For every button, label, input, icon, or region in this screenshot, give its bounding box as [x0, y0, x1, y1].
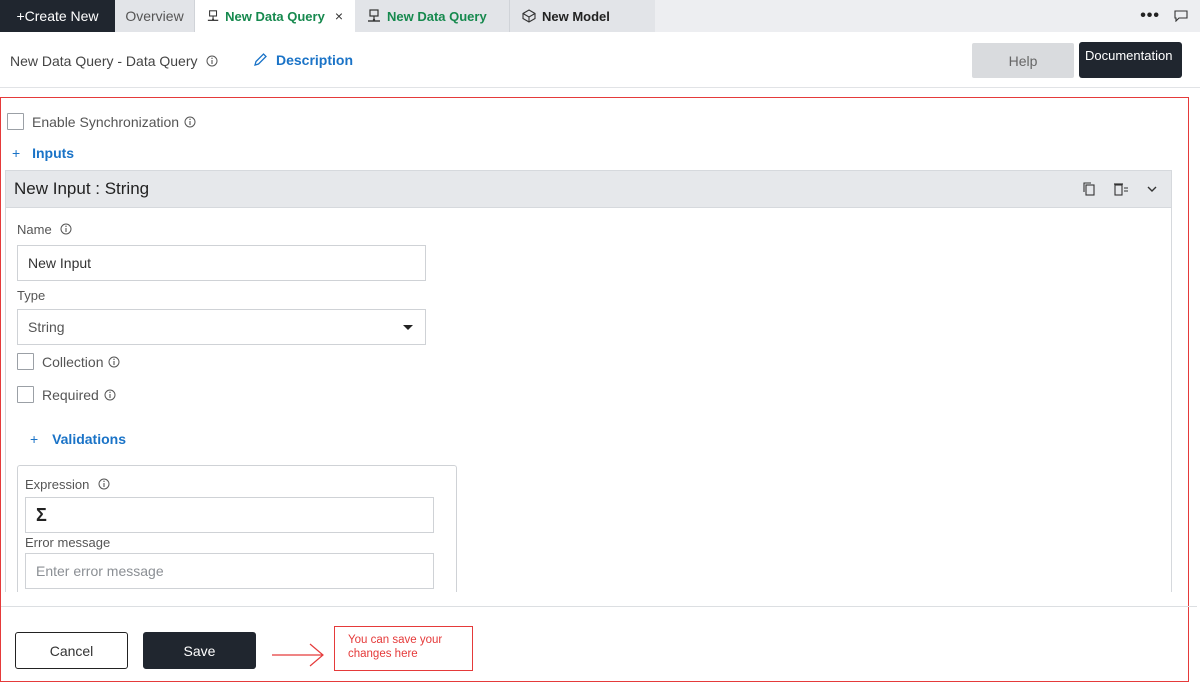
required-checkbox[interactable] — [17, 386, 34, 403]
plus-icon: + — [12, 145, 21, 161]
type-label: Type — [17, 288, 46, 303]
info-icon[interactable] — [104, 389, 116, 401]
tab-new-model[interactable]: New Model — [510, 0, 655, 32]
delete-icon[interactable] — [1113, 182, 1129, 196]
info-icon[interactable] — [108, 356, 120, 368]
info-icon[interactable] — [184, 116, 196, 128]
annotation-callout: You can save your changes here — [334, 626, 473, 671]
data-query-icon — [207, 10, 219, 21]
tabbar-actions: ••• — [1140, 0, 1200, 32]
pencil-icon — [254, 53, 267, 66]
model-icon — [522, 9, 536, 23]
input-card-header[interactable]: New Input : String — [6, 171, 1171, 208]
tab-new-data-query-active[interactable]: New Data Query × — [195, 0, 355, 32]
annotation-arrow-icon — [272, 643, 324, 667]
type-select-value: String — [28, 319, 65, 335]
required-row: Required — [17, 386, 116, 403]
data-query-icon — [368, 9, 380, 22]
chevron-down-icon[interactable] — [1147, 185, 1157, 193]
documentation-label: Documentation — [1085, 48, 1173, 63]
expression-input[interactable]: Σ — [25, 497, 434, 533]
comment-icon[interactable] — [1174, 10, 1188, 22]
description-link[interactable]: Description — [252, 52, 353, 68]
tab-new-data-query-second-label: New Data Query — [387, 8, 487, 24]
enable-synchronization-checkbox[interactable] — [7, 113, 24, 130]
add-validation-link[interactable]: + Validations — [30, 431, 126, 447]
documentation-button[interactable]: Documentation — [1079, 42, 1182, 78]
expression-label: Expression — [25, 477, 110, 492]
required-label: Required — [42, 386, 99, 403]
collection-row: Collection — [17, 353, 120, 370]
save-label: Save — [183, 642, 216, 659]
page-title: New Data Query - Data Query — [10, 53, 218, 69]
expression-label-text: Expression — [25, 477, 90, 492]
tab-new-model-label: New Model — [542, 8, 610, 24]
help-button[interactable]: Help — [972, 43, 1074, 78]
name-label-text: Name — [17, 222, 52, 237]
annotation-callout-text: You can save your changes here — [348, 634, 443, 660]
add-input-label: Inputs — [32, 145, 75, 161]
collection-checkbox[interactable] — [17, 353, 34, 370]
error-message-label: Error message — [25, 535, 111, 550]
close-tab-icon[interactable]: × — [335, 8, 343, 24]
name-input-value: New Input — [28, 255, 92, 271]
add-validation-label: Validations — [52, 431, 126, 447]
tab-overview-label: Overview — [125, 8, 184, 24]
page-header: New Data Query - Data Query Description … — [0, 32, 1200, 88]
caret-down-icon — [403, 325, 413, 330]
info-icon[interactable] — [98, 478, 110, 490]
create-new-button[interactable]: +Create New — [0, 0, 115, 32]
tab-new-data-query-second[interactable]: New Data Query — [355, 0, 510, 32]
cancel-button[interactable]: Cancel — [15, 632, 128, 669]
tab-overview[interactable]: Overview — [115, 0, 195, 32]
page-title-text: New Data Query - Data Query — [10, 53, 198, 69]
enable-synchronization-row: Enable Synchronization — [7, 113, 196, 130]
copy-icon[interactable] — [1083, 182, 1095, 196]
cancel-label: Cancel — [49, 642, 94, 659]
type-select[interactable]: String — [17, 309, 426, 345]
error-message-input[interactable]: Enter error message — [25, 553, 434, 589]
tab-new-data-query-label: New Data Query — [225, 8, 325, 24]
sigma-icon: Σ — [36, 504, 47, 525]
footer-divider — [1, 606, 1197, 607]
create-new-label: +Create New — [16, 8, 99, 24]
help-label: Help — [1008, 52, 1038, 69]
add-input-link[interactable]: + Inputs — [12, 145, 74, 161]
description-label: Description — [276, 52, 354, 68]
input-card-tools — [1083, 182, 1171, 196]
info-icon[interactable] — [60, 223, 72, 235]
error-message-placeholder: Enter error message — [36, 563, 164, 579]
name-input[interactable]: New Input — [17, 245, 426, 281]
more-options-icon[interactable]: ••• — [1140, 7, 1160, 25]
save-button[interactable]: Save — [143, 632, 256, 669]
plus-icon: + — [30, 431, 39, 447]
name-label: Name — [17, 222, 72, 237]
info-icon[interactable] — [206, 55, 218, 67]
enable-synchronization-label: Enable Synchronization — [32, 113, 180, 130]
tab-bar: +Create New Overview New Data Query × Ne… — [0, 0, 1200, 32]
collection-label: Collection — [42, 353, 104, 370]
input-card-title: New Input : String — [14, 179, 150, 198]
